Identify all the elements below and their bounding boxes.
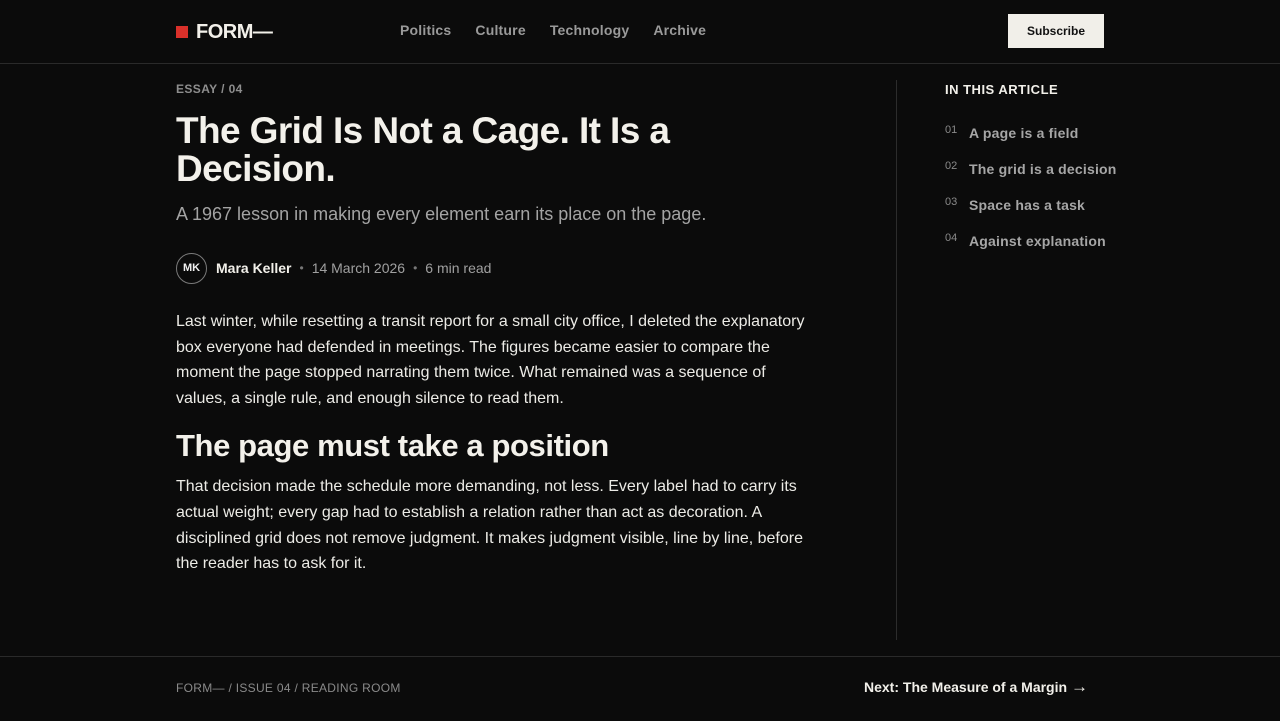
toc-item-number: 02 (945, 160, 958, 172)
byline-separator: • (413, 261, 418, 275)
toc-item[interactable]: 03 Space has a task (945, 195, 1145, 231)
next-article-label: Next: The Measure of a Margin (864, 679, 1068, 695)
article-subtitle: A 1967 lesson in making every element ea… (176, 204, 707, 224)
table-of-contents: IN THIS ARTICLE 01 A page is a field 02 … (945, 82, 1145, 267)
toc-item-label: The grid is a decision (969, 161, 1117, 177)
nav-politics[interactable]: Politics (400, 22, 451, 38)
footer-breadcrumb: FORM— / ISSUE 04 / READING ROOM (176, 681, 401, 695)
toc-item-number: 01 (945, 124, 958, 136)
toc-title: IN THIS ARTICLE (945, 82, 1059, 97)
site-header: FORM— Politics Culture Technology Archiv… (0, 0, 1280, 64)
avatar[interactable]: MK (176, 252, 207, 284)
toc-item-label: A page is a field (969, 125, 1079, 141)
article-paragraph: Last winter, while resetting a transit r… (176, 313, 805, 407)
logo-text: FORM— (196, 20, 273, 43)
toc-item[interactable]: 01 A page is a field (945, 123, 1145, 159)
article-paragraph: That decision made the schedule more dem… (176, 478, 803, 573)
site-logo[interactable]: FORM— (176, 20, 273, 44)
article: ESSAY / 04 The Grid Is Not a Cage. It Is… (176, 80, 826, 577)
nav-technology[interactable]: Technology (550, 22, 630, 38)
site-footer: FORM— / ISSUE 04 / READING ROOM Next: Th… (0, 656, 1280, 721)
toc-item-label: Against explanation (969, 233, 1106, 249)
toc-item-number: 03 (945, 196, 958, 208)
author-name[interactable]: Mara Keller (216, 260, 291, 276)
article-title: The Grid Is Not a Cage. It Is a Decision… (176, 110, 670, 189)
toc-item[interactable]: 02 The grid is a decision (945, 159, 1145, 195)
nav-culture[interactable]: Culture (475, 22, 525, 38)
section-heading: The page must take a position (176, 428, 609, 464)
byline-separator: • (299, 261, 304, 275)
nav-archive[interactable]: Archive (653, 22, 706, 38)
byline: MK Mara Keller • 14 March 2026 • 6 min r… (176, 252, 826, 284)
column-divider (896, 80, 897, 640)
publish-date: 14 March 2026 (311, 260, 406, 276)
toc-item[interactable]: 04 Against explanation (945, 231, 1145, 267)
article-kicker: ESSAY / 04 (176, 82, 243, 96)
arrow-right-icon: → (1071, 677, 1089, 696)
logo-square-icon (176, 26, 188, 38)
toc-item-label: Space has a task (969, 197, 1086, 213)
read-time: 6 min read (425, 260, 492, 276)
next-article-link[interactable]: Next: The Measure of a Margin → (864, 677, 1088, 697)
subscribe-button[interactable]: Subscribe (1008, 14, 1104, 48)
toc-item-number: 04 (945, 232, 958, 244)
main-nav: Politics Culture Technology Archive (400, 22, 730, 38)
